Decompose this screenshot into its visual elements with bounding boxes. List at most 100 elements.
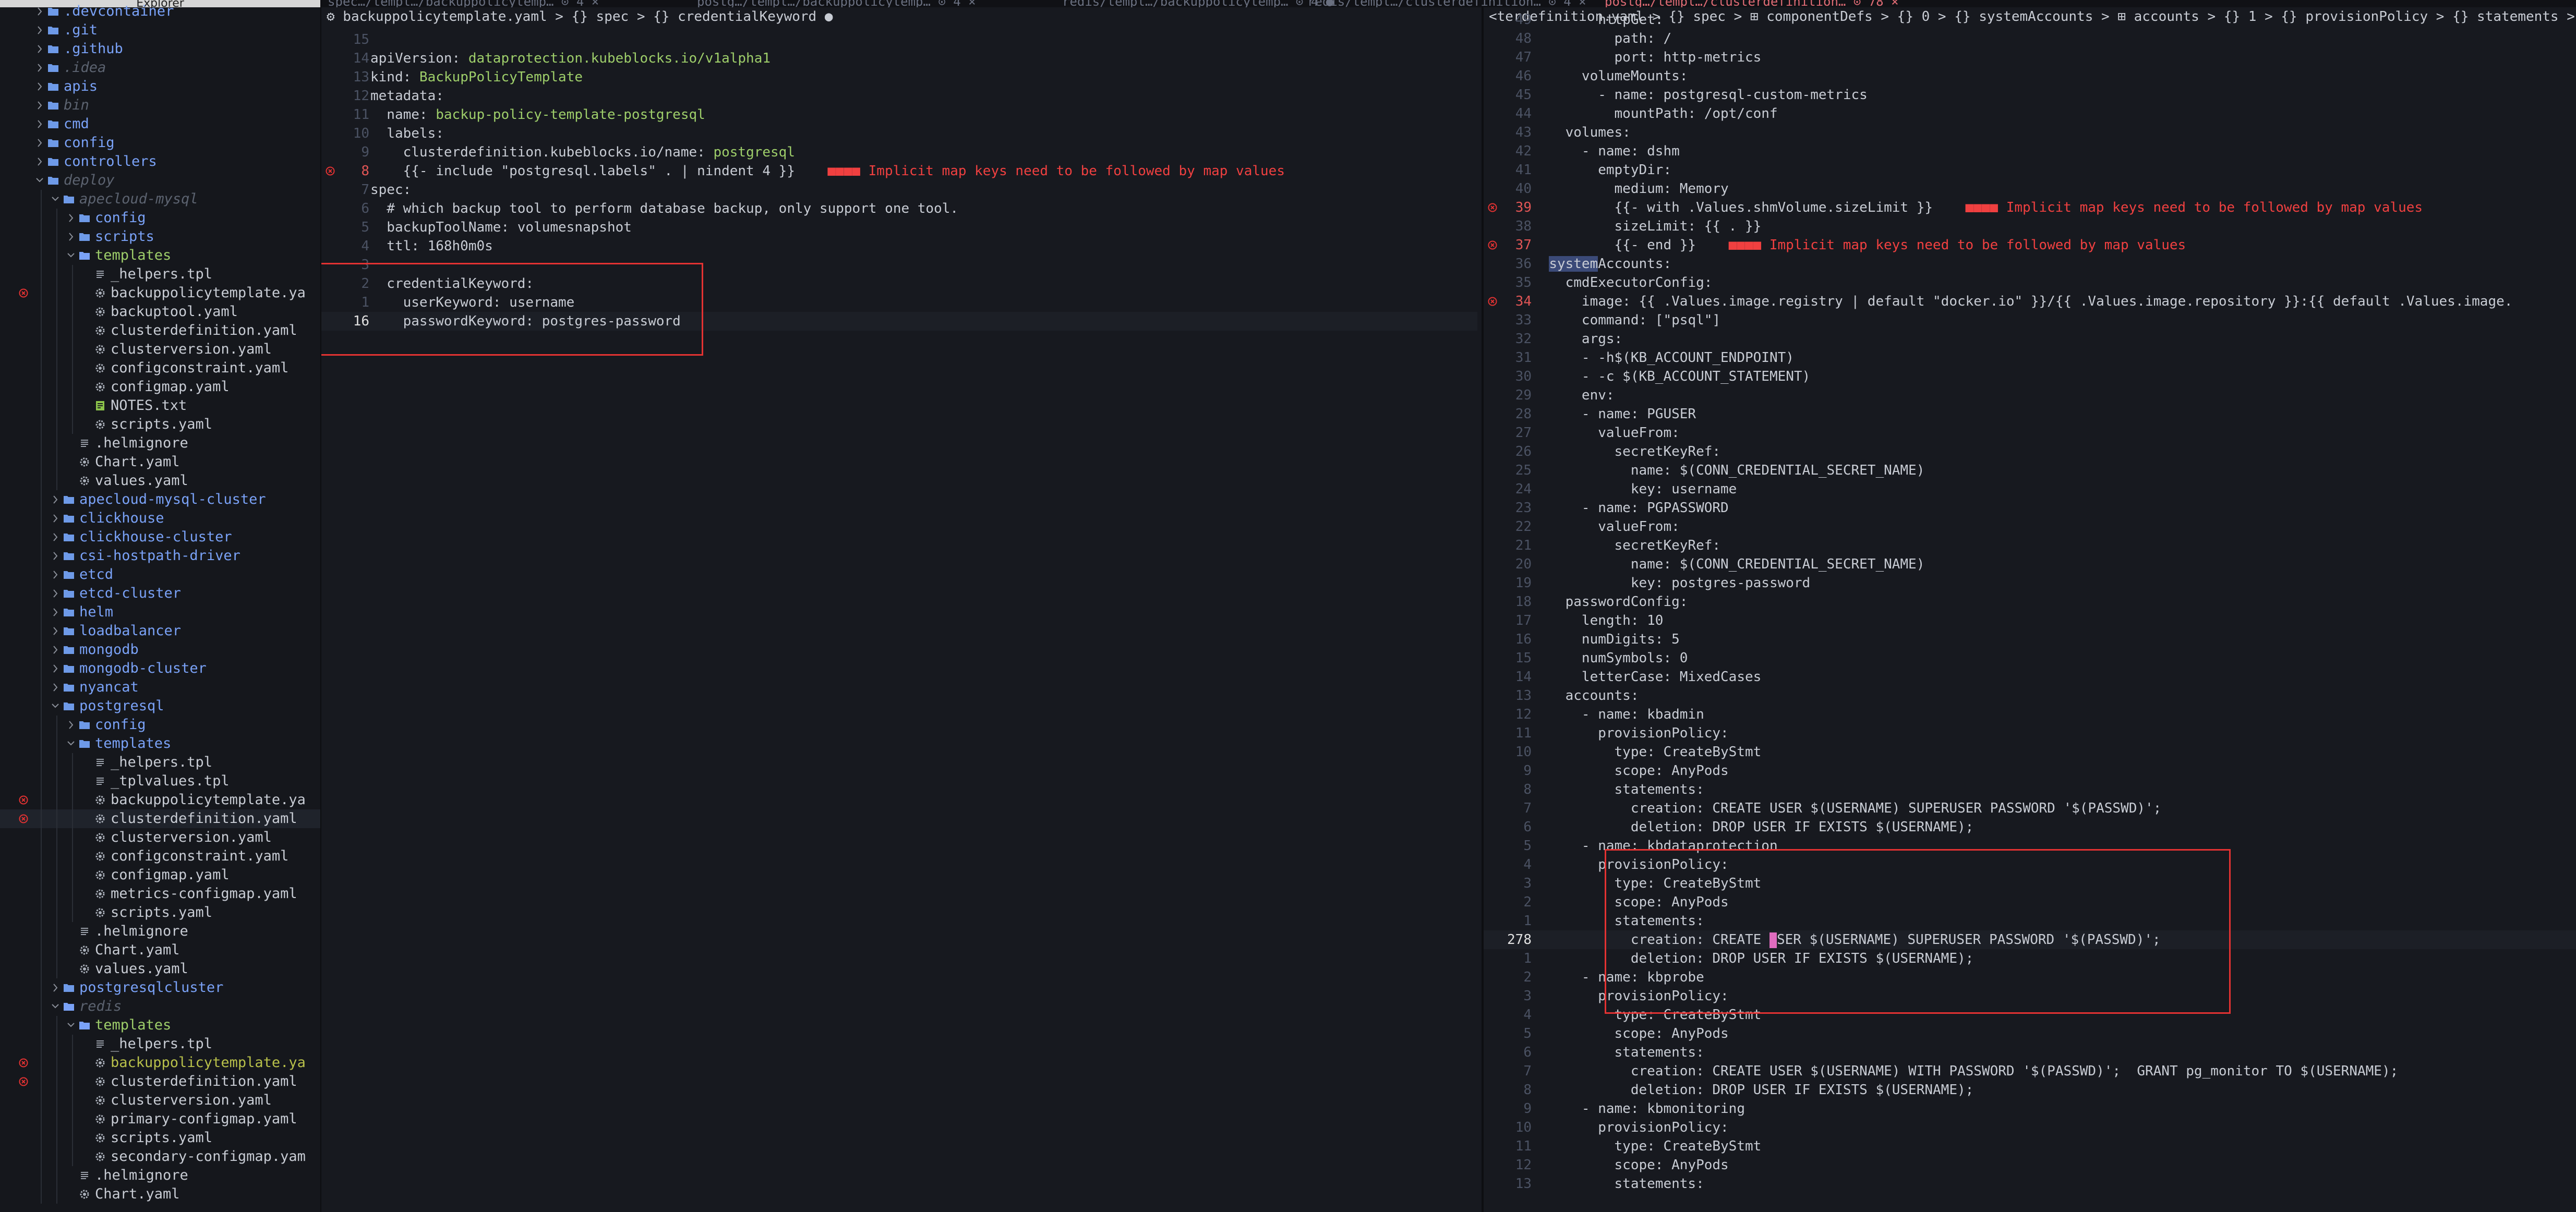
code-line[interactable]: 22 valueFrom: bbox=[1484, 517, 2576, 536]
tree-folder[interactable]: .git bbox=[0, 21, 320, 40]
chevron-right-icon[interactable] bbox=[34, 134, 45, 152]
code-line[interactable]: 19 key: postgres-password bbox=[1484, 574, 2576, 592]
code-line[interactable]: 18 passwordConfig: bbox=[1484, 592, 2576, 611]
tree-file[interactable]: clusterversion.yaml bbox=[0, 340, 320, 359]
editor-tab[interactable]: spec…/templ…/backuppolicytemp… ⊙ 4 × bbox=[328, 0, 599, 7]
tree-folder[interactable]: mongodb bbox=[0, 640, 320, 659]
tree-folder[interactable]: mongodb-cluster bbox=[0, 659, 320, 678]
tree-file[interactable]: NOTES.txt bbox=[0, 396, 320, 415]
chevron-right-icon[interactable] bbox=[50, 509, 61, 528]
chevron-down-icon[interactable] bbox=[66, 734, 76, 753]
tree-file[interactable]: _tplvalues.tpl bbox=[0, 772, 320, 791]
chevron-right-icon[interactable] bbox=[50, 622, 61, 640]
editor-tab[interactable]: postg…/templ…/backuppolicytemp… ⊙ 4 × bbox=[697, 0, 976, 7]
chevron-right-icon[interactable] bbox=[50, 565, 61, 584]
code-line[interactable]: 11 name: backup-policy-template-postgres… bbox=[321, 105, 1477, 124]
chevron-down-icon[interactable] bbox=[50, 997, 61, 1016]
editor-tab[interactable]: postg…/templ…/clusterdefinition… ⊙ 78 × bbox=[1605, 0, 1899, 7]
tree-folder[interactable]: apecloud-mysql bbox=[0, 190, 320, 209]
tree-file[interactable]: configmap.yaml bbox=[0, 378, 320, 396]
code-line[interactable]: 38 sizeLimit: {{ . }} bbox=[1484, 217, 2576, 236]
tree-file[interactable]: configconstraint.yaml bbox=[0, 359, 320, 378]
code-line[interactable]: 13 statements: bbox=[1484, 1174, 2576, 1193]
chevron-right-icon[interactable] bbox=[34, 2, 45, 21]
tree-file[interactable]: Chart.yaml bbox=[0, 941, 320, 960]
code-line[interactable]: 9 scope: AnyPods bbox=[1484, 761, 2576, 780]
tree-folder[interactable]: redis bbox=[0, 997, 320, 1016]
code-line[interactable]: 12 - name: kbadmin bbox=[1484, 705, 2576, 724]
tree-file[interactable]: primary-configmap.yaml bbox=[0, 1110, 320, 1129]
chevron-down-icon[interactable] bbox=[66, 1016, 76, 1035]
tree-file[interactable]: clusterdefinition.yaml bbox=[0, 809, 320, 828]
code-line[interactable]: 5 scope: AnyPods bbox=[1484, 1024, 2576, 1043]
chevron-right-icon[interactable] bbox=[50, 603, 61, 622]
tree-file[interactable]: clusterversion.yaml bbox=[0, 828, 320, 847]
code-line[interactable]: 15 numSymbols: 0 bbox=[1484, 649, 2576, 668]
tree-file[interactable]: _helpers.tpl bbox=[0, 1035, 320, 1053]
code-line[interactable]: 16 numDigits: 5 bbox=[1484, 630, 2576, 649]
code-line[interactable]: 10 labels: bbox=[321, 124, 1477, 143]
tree-folder[interactable]: deploy bbox=[0, 171, 320, 190]
code-line[interactable]: 21 secretKeyRef: bbox=[1484, 536, 2576, 555]
tree-file[interactable]: clusterversion.yaml bbox=[0, 1091, 320, 1110]
code-line[interactable]: 49 httpGet: bbox=[1484, 10, 2576, 29]
code-line[interactable]: 14 letterCase: MixedCases bbox=[1484, 668, 2576, 686]
code-line[interactable]: 28 - name: PGUSER bbox=[1484, 405, 2576, 423]
code-line[interactable]: 43 volumes: bbox=[1484, 123, 2576, 142]
chevron-right-icon[interactable] bbox=[50, 528, 61, 547]
tree-file[interactable]: backuppolicytemplate.ya bbox=[0, 284, 320, 302]
code-line[interactable]: 4 ttl: 168h0m0s bbox=[321, 237, 1477, 256]
tree-folder[interactable]: config bbox=[0, 209, 320, 227]
code-line[interactable]: 6 statements: bbox=[1484, 1043, 2576, 1062]
code-line[interactable]: 44 mountPath: /opt/conf bbox=[1484, 104, 2576, 123]
code-line[interactable]: 13 kind: BackupPolicyTemplate bbox=[321, 68, 1477, 87]
chevron-right-icon[interactable] bbox=[50, 584, 61, 603]
code-line[interactable]: 8 {{- include "postgresql.labels" . | ni… bbox=[321, 162, 1477, 180]
chevron-right-icon[interactable] bbox=[34, 21, 45, 40]
tree-file[interactable]: metrics-configmap.yaml bbox=[0, 884, 320, 903]
chevron-right-icon[interactable] bbox=[50, 640, 61, 659]
code-line[interactable]: 6 # which backup tool to perform databas… bbox=[321, 199, 1477, 218]
tree-folder[interactable]: config bbox=[0, 134, 320, 152]
tree-folder[interactable]: csi-hostpath-driver bbox=[0, 547, 320, 565]
tree-file[interactable]: values.yaml bbox=[0, 960, 320, 978]
code-line[interactable]: 47 port: http-metrics bbox=[1484, 48, 2576, 67]
tree-folder[interactable]: nyancat bbox=[0, 678, 320, 697]
tree-folder[interactable]: controllers bbox=[0, 152, 320, 171]
tree-file[interactable]: .helmignore bbox=[0, 922, 320, 941]
code-line[interactable]: 29 env: bbox=[1484, 386, 2576, 405]
tree-folder[interactable]: apis bbox=[0, 77, 320, 96]
tree-folder[interactable]: scripts bbox=[0, 227, 320, 246]
chevron-down-icon[interactable] bbox=[66, 246, 76, 265]
code-line[interactable]: 36 systemAccounts: bbox=[1484, 254, 2576, 273]
tree-folder[interactable]: .devcontainer bbox=[0, 2, 320, 21]
chevron-right-icon[interactable] bbox=[66, 209, 76, 227]
code-line[interactable]: 24 key: username bbox=[1484, 480, 2576, 499]
breadcrumb[interactable]: ⚙ backuppolicytemplate.yaml > {} spec > … bbox=[321, 7, 1477, 26]
chevron-right-icon[interactable] bbox=[34, 115, 45, 134]
tree-file[interactable]: Chart.yaml bbox=[0, 453, 320, 471]
code-line[interactable]: 6 deletion: DROP USER IF EXISTS $(USERNA… bbox=[1484, 818, 2576, 837]
code-line[interactable]: 48 path: / bbox=[1484, 29, 2576, 48]
chevron-right-icon[interactable] bbox=[50, 659, 61, 678]
code-line[interactable]: 37 {{- end }} ■■■■ Implicit map keys need… bbox=[1484, 236, 2576, 254]
code-line[interactable]: 32 args: bbox=[1484, 330, 2576, 348]
code-line[interactable]: 12 metadata: bbox=[321, 87, 1477, 105]
code-line[interactable]: 39 {{- with .Values.shmVolume.sizeLimit … bbox=[1484, 198, 2576, 217]
tree-file[interactable]: clusterdefinition.yaml bbox=[0, 321, 320, 340]
code-line[interactable]: 34 image: {{ .Values.image.registry | de… bbox=[1484, 292, 2576, 311]
tree-folder[interactable]: .idea bbox=[0, 58, 320, 77]
code-line[interactable]: 7 spec: bbox=[321, 180, 1477, 199]
chevron-down-icon[interactable] bbox=[50, 697, 61, 716]
code-line[interactable]: 12 scope: AnyPods bbox=[1484, 1156, 2576, 1174]
chevron-right-icon[interactable] bbox=[50, 490, 61, 509]
code-line[interactable]: 10 provisionPolicy: bbox=[1484, 1118, 2576, 1137]
editor-tab[interactable]: redis/templ…/clusterdefinition… ⊙ 4 × bbox=[1307, 0, 1586, 7]
tree-folder[interactable]: cmd bbox=[0, 115, 320, 134]
code-line[interactable]: 11 type: CreateByStmt bbox=[1484, 1137, 2576, 1156]
tree-folder[interactable]: templates bbox=[0, 734, 320, 753]
tree-folder[interactable]: apecloud-mysql-cluster bbox=[0, 490, 320, 509]
tree-file[interactable]: secondary-configmap.yam bbox=[0, 1147, 320, 1166]
tree-file[interactable]: configmap.yaml bbox=[0, 866, 320, 884]
tree-file[interactable]: clusterdefinition.yaml bbox=[0, 1072, 320, 1091]
